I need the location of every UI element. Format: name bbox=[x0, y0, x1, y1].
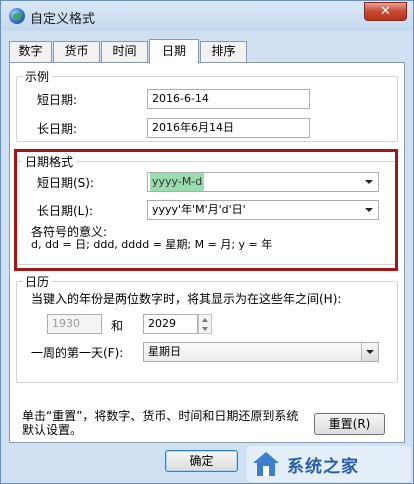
chevron-down-icon bbox=[365, 180, 373, 184]
long-date-format-label: 长日期(L): bbox=[37, 204, 94, 218]
example-long-date-label: 长日期: bbox=[37, 122, 78, 136]
tab-date[interactable]: 日期 bbox=[149, 39, 199, 64]
example-short-date-field: 2016-6-14 bbox=[147, 89, 310, 109]
watermark-text: 系统之家 bbox=[287, 457, 359, 477]
year-from-field: 1930 bbox=[47, 314, 102, 334]
tab-time[interactable]: 时间 bbox=[101, 41, 148, 62]
date-tab-panel: 示例 短日期: 2016-6-14 长日期: 2016年6月14日 日期格式 短… bbox=[9, 62, 405, 443]
close-button[interactable]: ✕ bbox=[364, 2, 407, 21]
title-bar: 自定义格式 ✕ bbox=[1, 1, 413, 31]
short-date-format-value: yyyy-M-d bbox=[150, 173, 205, 191]
reset-button[interactable]: 重置(R) bbox=[314, 413, 385, 435]
watermark-badge: 系统之家 bbox=[247, 446, 411, 482]
date-format-group: 日期格式 短日期(S): yyyy-M-d 长日期(L): yyyy'年'M'月… bbox=[16, 153, 398, 265]
reset-note: 单击“重置”，将数字、货币、时间和日期还原到系统默认设置。 bbox=[22, 409, 299, 437]
first-day-combo[interactable]: 星期日 bbox=[143, 342, 379, 362]
ok-button[interactable]: 确定 bbox=[165, 450, 238, 472]
two-digit-year-description: 当键入的年份是两位数字时，将其显示为在这些年之间(H): bbox=[31, 292, 342, 306]
chevron-up-icon bbox=[202, 318, 208, 322]
calendar-group-label: 日历 bbox=[23, 273, 52, 290]
window-title: 自定义格式 bbox=[30, 12, 96, 27]
first-day-label: 一周的第一天(F): bbox=[31, 346, 124, 360]
custom-format-dialog: 自定义格式 ✕ 数字 货币 时间 日期 排序 示例 短日期: 2016-6-14… bbox=[0, 0, 414, 484]
first-day-value: 星期日 bbox=[148, 345, 181, 358]
chevron-down-icon bbox=[365, 208, 373, 212]
short-date-format-label: 短日期(S): bbox=[37, 176, 95, 190]
year-to-spinner[interactable] bbox=[198, 314, 212, 334]
chevron-down-icon bbox=[202, 327, 208, 331]
example-group-label: 示例 bbox=[23, 68, 52, 85]
tab-numbers[interactable]: 数字 bbox=[9, 41, 52, 62]
house-logo-icon bbox=[253, 452, 279, 476]
date-format-group-label: 日期格式 bbox=[23, 153, 76, 170]
short-date-format-combo[interactable]: yyyy-M-d bbox=[147, 172, 379, 192]
symbols-title: 各符号的意义: bbox=[31, 225, 108, 239]
and-label: 和 bbox=[111, 319, 124, 333]
long-date-format-value: yyyy'年'M'月'd'日' bbox=[152, 203, 246, 216]
tab-currency[interactable]: 货币 bbox=[53, 41, 100, 62]
example-long-date-field: 2016年6月14日 bbox=[147, 118, 310, 138]
example-short-date-label: 短日期: bbox=[37, 93, 78, 107]
symbols-description: d, dd = 日; ddd, dddd = 星期; M = 月; y = 年 bbox=[31, 238, 273, 251]
example-group: 示例 短日期: 2016-6-14 长日期: 2016年6月14日 bbox=[16, 68, 398, 142]
globe-icon bbox=[9, 8, 25, 24]
tab-sort[interactable]: 排序 bbox=[200, 41, 247, 62]
calendar-group: 日历 当键入的年份是两位数字时，将其显示为在这些年之间(H): 1930 和 2… bbox=[16, 273, 398, 383]
long-date-format-combo[interactable]: yyyy'年'M'月'd'日' bbox=[147, 200, 379, 220]
year-to-field[interactable]: 2029 bbox=[143, 314, 198, 334]
chevron-down-icon bbox=[366, 350, 374, 354]
